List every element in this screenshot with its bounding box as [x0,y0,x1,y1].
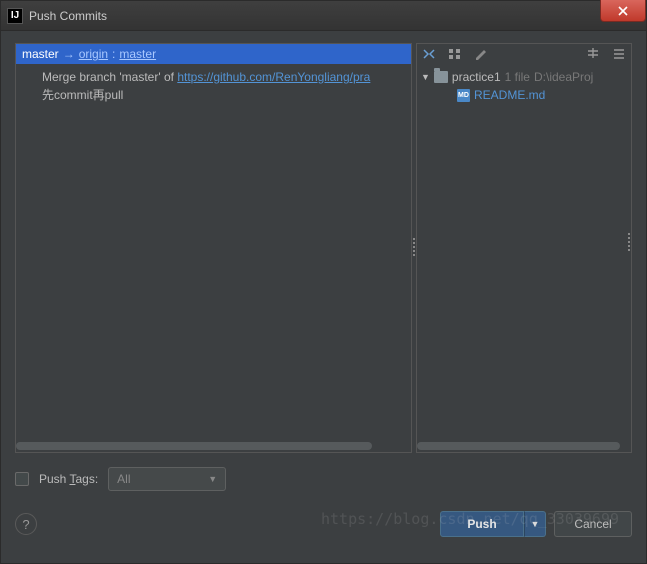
horizontal-scrollbar[interactable] [417,440,631,452]
chevron-down-icon: ▼ [208,474,217,484]
content: master → origin : master Merge branch 'm… [1,31,646,563]
edit-icon[interactable] [473,46,489,62]
horizontal-scrollbar[interactable] [16,440,411,452]
help-button[interactable]: ? [15,513,37,535]
commit-text: Merge branch 'master' of [42,70,177,84]
commit-url[interactable]: https://github.com/RenYongliang/pra [177,70,370,84]
toolbar-left-group [421,46,489,62]
chevron-down-icon[interactable]: ▼ [421,72,430,82]
commit-item[interactable]: Merge branch 'master' of https://github.… [42,68,411,86]
select-value: All [117,472,130,486]
close-button[interactable] [600,0,646,22]
footer: ? Push ▼ Cancel [15,511,632,537]
push-tags-select[interactable]: All ▼ [108,467,226,491]
folder-icon [434,71,448,83]
folder-name: practice1 [452,70,501,84]
tree-root-row[interactable]: ▼ practice1 1 file D:\ideaProj [421,68,627,86]
app-icon: IJ [7,8,23,24]
commit-item[interactable]: 先commit再pull [42,86,411,104]
file-tree[interactable]: ▼ practice1 1 file D:\ideaProj MD README… [417,64,631,440]
push-dropdown-button[interactable]: ▼ [524,511,546,537]
button-group: Push ▼ Cancel [440,511,632,537]
window-title: Push Commits [29,9,107,23]
split-panes: master → origin : master Merge branch 'm… [15,43,632,453]
file-name: README.md [474,88,545,102]
titlebar: IJ Push Commits [1,1,646,31]
push-tags-checkbox[interactable] [15,472,29,486]
splitter-handle-icon [628,233,630,251]
local-branch: master [22,47,59,61]
close-icon [618,6,628,16]
group-by-icon[interactable] [447,46,463,62]
push-commits-dialog: IJ Push Commits master → origin : master… [0,0,647,564]
branch-selector-row[interactable]: master → origin : master [16,44,411,64]
expand-all-icon[interactable] [585,46,601,62]
markdown-file-icon: MD [457,89,470,102]
commits-pane: master → origin : master Merge branch 'm… [15,43,411,453]
scrollbar-thumb[interactable] [16,442,372,450]
files-pane: ▼ practice1 1 file D:\ideaProj MD README… [417,43,632,453]
toolbar-right-group [585,46,627,62]
diff-icon[interactable] [421,46,437,62]
files-toolbar [417,44,631,64]
commit-list[interactable]: Merge branch 'master' of https://github.… [16,64,411,440]
tree-file-row[interactable]: MD README.md [421,86,627,104]
scrollbar-thumb[interactable] [417,442,620,450]
file-count: 1 file [505,70,530,84]
target-branch[interactable]: master [119,47,156,61]
colon: : [112,47,115,61]
folder-path: D:\ideaProj [534,70,593,84]
push-tags-label: Push Tags: [39,472,98,486]
commit-text: 先commit再pull [42,88,123,102]
cancel-button[interactable]: Cancel [554,511,632,537]
splitter-handle-icon [413,238,415,258]
arrow-icon: → [63,47,75,61]
collapse-all-icon[interactable] [611,46,627,62]
push-button[interactable]: Push [440,511,524,537]
options-row: Push Tags: All ▼ [15,467,632,491]
remote-name[interactable]: origin [79,47,108,61]
